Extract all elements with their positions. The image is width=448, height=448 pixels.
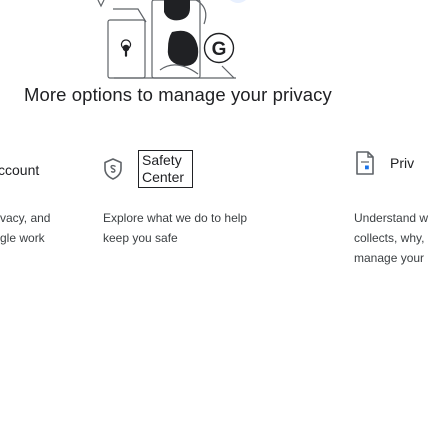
svg-text:G: G bbox=[212, 39, 227, 60]
privacy-policy-desc-line: manage your bbox=[354, 251, 425, 265]
safety-center-description: Explore what we do to help keep you safe bbox=[103, 208, 247, 248]
safety-center-link[interactable]: Safety Center bbox=[138, 150, 194, 188]
privacy-page: G More options to manage your privacy cc… bbox=[0, 0, 448, 448]
account-card-description: vacy, and gle work bbox=[0, 208, 50, 248]
document-icon bbox=[354, 150, 376, 176]
privacy-policy-label[interactable]: Priv bbox=[390, 155, 414, 171]
shield-icon bbox=[102, 156, 124, 182]
privacy-policy-desc-line: collects, why, bbox=[354, 231, 425, 245]
account-card-label[interactable]: ccount bbox=[0, 162, 39, 178]
safety-center-desc-line: keep you safe bbox=[103, 231, 178, 245]
safety-center-desc-line: Explore what we do to help bbox=[103, 211, 248, 225]
privacy-illustration: G bbox=[97, 0, 246, 79]
privacy-policy-desc-line: Understand w bbox=[354, 211, 429, 225]
account-card-desc-line: gle work bbox=[0, 231, 45, 245]
section-title: More options to manage your privacy bbox=[24, 84, 332, 105]
privacy-policy-description: Understand w collects, why, manage your bbox=[354, 208, 428, 268]
account-card-desc-line: vacy, and bbox=[0, 211, 51, 225]
